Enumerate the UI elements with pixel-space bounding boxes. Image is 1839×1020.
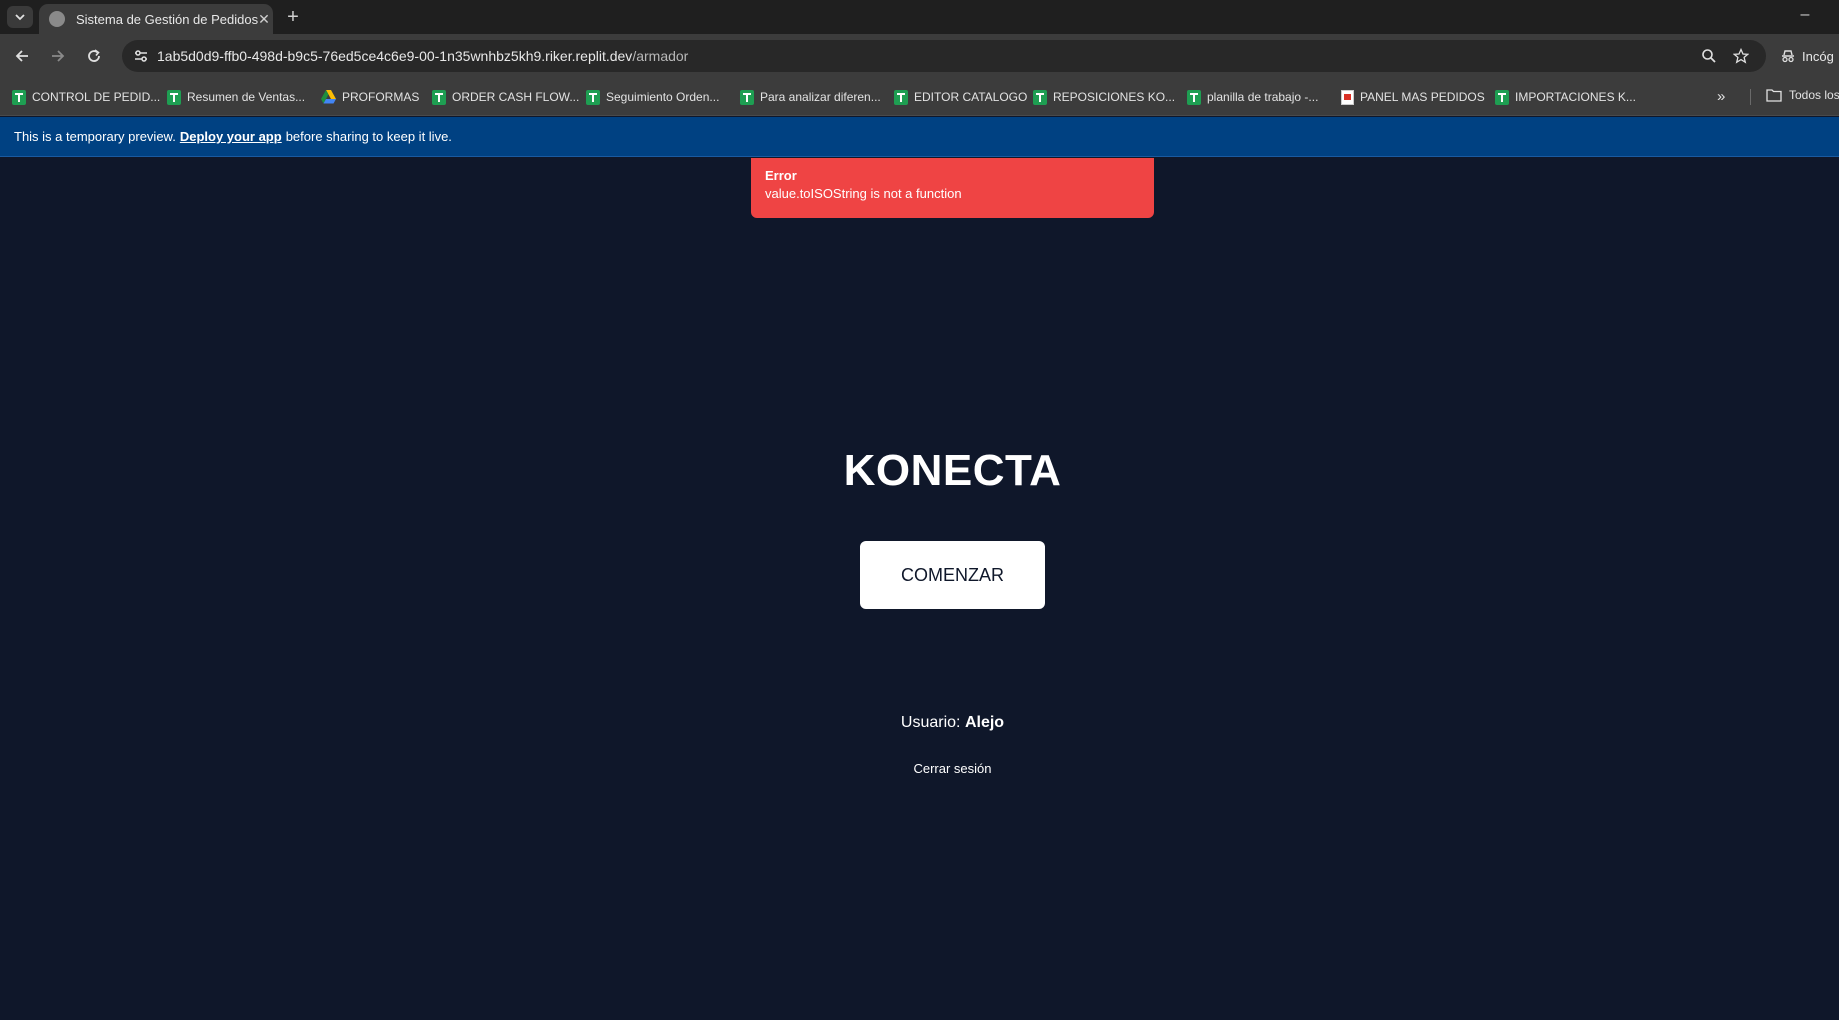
sheets-icon <box>894 89 908 105</box>
brand-title: KONECTA <box>843 446 1062 495</box>
bookmark-label: Seguimiento Orden... <box>606 90 720 104</box>
bookmark-item[interactable]: ORDER CASH FLOW... <box>432 88 579 106</box>
sheets-icon <box>432 89 446 105</box>
close-tab-icon[interactable]: ✕ <box>258 11 270 27</box>
sheets-icon <box>586 89 600 105</box>
user-label: Usuario: <box>900 714 961 731</box>
toast-message: value.toISOString is not a function <box>765 186 962 201</box>
user-info: Usuario: Alejo <box>0 714 1839 732</box>
sheets-icon <box>12 89 26 105</box>
all-bookmarks-folder[interactable]: Todos los <box>1766 88 1839 102</box>
toast-title: Error <box>765 168 797 183</box>
profile-label: Incóg <box>1802 48 1834 64</box>
star-icon <box>1733 48 1749 64</box>
bookmark-item[interactable]: EDITOR CATALOGO <box>894 88 1027 106</box>
bookmark-label: IMPORTACIONES K... <box>1515 90 1636 104</box>
url-text: 1ab5d0d9-ffb0-498d-b9c5-76ed5ce4c6e9-00-… <box>157 48 688 64</box>
deploy-link[interactable]: Deploy your app <box>180 129 282 144</box>
new-tab-button[interactable]: + <box>282 6 304 28</box>
logout-link[interactable]: Cerrar sesión <box>0 761 1839 776</box>
bookmark-item[interactable]: Resumen de Ventas... <box>167 88 305 106</box>
forward-button[interactable] <box>45 43 71 69</box>
bookmark-label: PANEL MAS PEDIDOS <box>1360 90 1485 104</box>
bookmark-label: EDITOR CATALOGO <box>914 90 1028 104</box>
bookmark-item[interactable]: CONTROL DE PEDID... <box>12 88 160 106</box>
tab-strip: Sistema de Gestión de Pedidos ✕ + – <box>0 0 1839 34</box>
reload-button[interactable] <box>81 43 107 69</box>
minimize-window-button[interactable]: – <box>1795 5 1815 25</box>
sheets-icon <box>740 89 754 105</box>
banner-suffix: before sharing to keep it live. <box>285 129 452 144</box>
reload-icon <box>88 49 100 62</box>
magnifier-icon <box>1702 49 1716 63</box>
incognito-icon <box>1782 50 1794 63</box>
bookmarks-divider <box>1750 89 1751 105</box>
app-page: Error value.toISOString is not a functio… <box>0 158 1839 1020</box>
bookmark-item[interactable]: planilla de trabajo -... <box>1187 88 1318 106</box>
sheets-icon <box>1033 89 1047 105</box>
bookmark-label: ORDER CASH FLOW... <box>452 90 580 104</box>
tab-search-button[interactable] <box>7 6 33 28</box>
bookmark-label: Para analizar diferen... <box>760 90 881 104</box>
banner-prefix: This is a temporary preview. <box>14 129 176 144</box>
globe-icon <box>49 11 65 27</box>
sheets-icon <box>167 89 181 105</box>
incognito-chip[interactable]: Incóg <box>1780 41 1834 71</box>
address-bar[interactable]: 1ab5d0d9-ffb0-498d-b9c5-76ed5ce4c6e9-00-… <box>122 40 1766 72</box>
bookmark-item[interactable]: Seguimiento Orden... <box>586 88 719 106</box>
bookmarks-bar: CONTROL DE PEDID... Resumen de Ventas...… <box>0 78 1839 116</box>
chevron-down-icon <box>15 14 25 21</box>
url-host: 1ab5d0d9-ffb0-498d-b9c5-76ed5ce4c6e9-00-… <box>157 48 633 64</box>
bookmark-label: CONTROL DE PEDID... <box>32 90 161 104</box>
sheets-icon <box>1495 89 1509 105</box>
bookmark-item[interactable]: PROFORMAS <box>321 88 419 106</box>
active-tab[interactable]: Sistema de Gestión de Pedidos ✕ <box>39 4 273 34</box>
sheets-icon <box>1187 89 1201 105</box>
browser-toolbar: 1ab5d0d9-ffb0-498d-b9c5-76ed5ce4c6e9-00-… <box>0 34 1839 78</box>
bookmark-label: REPOSICIONES KO... <box>1053 90 1176 104</box>
bookmarks-folder-label: Todos los <box>1789 88 1839 102</box>
folder-icon <box>1766 89 1782 102</box>
bookmark-item[interactable]: REPOSICIONES KO... <box>1033 88 1175 106</box>
arrow-left-icon <box>15 50 28 62</box>
bookmark-star-button[interactable] <box>1729 44 1753 68</box>
drive-icon <box>321 90 336 104</box>
tab-title: Sistema de Gestión de Pedidos <box>76 11 259 27</box>
preview-banner: This is a temporary preview. Deploy your… <box>0 117 1839 157</box>
bookmark-item[interactable]: PANEL MAS PEDIDOS <box>1341 88 1485 106</box>
bookmark-item[interactable]: IMPORTACIONES K... <box>1495 88 1636 106</box>
bookmark-label: Resumen de Ventas... <box>187 90 306 104</box>
zoom-button[interactable] <box>1697 44 1721 68</box>
document-icon <box>1341 89 1354 105</box>
url-path: /armador <box>632 48 689 64</box>
start-button[interactable]: COMENZAR <box>860 541 1045 609</box>
error-toast[interactable]: Error value.toISOString is not a functio… <box>751 158 1154 218</box>
user-name: Alejo <box>964 714 1005 731</box>
site-info-button[interactable] <box>129 44 153 68</box>
more-bookmarks-icon[interactable]: » <box>1717 88 1725 105</box>
back-button[interactable] <box>9 43 35 69</box>
bookmark-item[interactable]: Para analizar diferen... <box>740 88 881 106</box>
arrow-right-icon <box>52 50 65 62</box>
tune-icon <box>135 50 147 62</box>
bookmark-label: planilla de trabajo -... <box>1207 90 1319 104</box>
bookmark-label: PROFORMAS <box>342 90 420 104</box>
